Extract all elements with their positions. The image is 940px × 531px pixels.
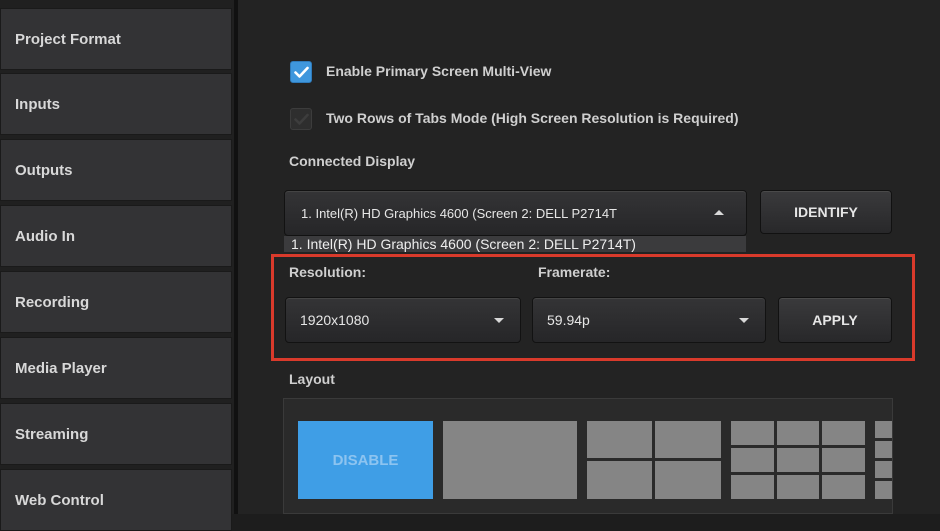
layout-cell [822, 421, 865, 445]
layout-cell [875, 421, 892, 438]
sidebar-item-label: Recording [15, 293, 90, 311]
layout-cell [777, 421, 819, 445]
connected-display-option-label: 1. Intel(R) HD Graphics 4600 (Screen 2: … [291, 236, 636, 252]
layout-single-tile[interactable] [443, 421, 577, 499]
layout-cell [655, 421, 721, 458]
chevron-up-icon [714, 210, 724, 215]
sidebar-item-outputs[interactable]: Outputs [0, 139, 232, 201]
connected-display-option[interactable]: 1. Intel(R) HD Graphics 4600 (Screen 2: … [284, 236, 746, 252]
layout-2x2-tile[interactable] [587, 421, 721, 499]
sidebar-item-label: Audio In [15, 227, 75, 245]
identify-button[interactable]: IDENTIFY [760, 190, 892, 234]
enable-multiview-label: Enable Primary Screen Multi-View [326, 63, 552, 79]
sidebar-item-label: Outputs [15, 161, 73, 179]
layout-cell [587, 421, 652, 458]
layout-cell [731, 475, 774, 499]
layout-disable-tile[interactable]: DISABLE [298, 421, 433, 499]
sidebar-item-label: Project Format [15, 30, 121, 48]
sidebar-item-project-format[interactable]: Project Format [0, 8, 232, 70]
sidebar-item-label: Inputs [15, 95, 60, 113]
sidebar-item-web-control[interactable]: Web Control [0, 469, 232, 531]
sidebar-item-label: Media Player [15, 359, 107, 377]
layout-label: Layout [289, 371, 335, 387]
identify-button-label: IDENTIFY [794, 204, 858, 220]
connected-display-label: Connected Display [289, 153, 416, 169]
highlight-box [271, 254, 915, 361]
connected-display-dropdown[interactable]: 1. Intel(R) HD Graphics 4600 (Screen 2: … [284, 190, 747, 236]
layout-4x4-tile[interactable] [875, 421, 892, 499]
sidebar-item-media-player[interactable]: Media Player [0, 337, 232, 399]
layout-cell [822, 448, 865, 472]
layout-cell [777, 475, 819, 499]
layout-cell [655, 461, 721, 499]
sidebar-item-label: Web Control [15, 491, 104, 509]
two-rows-label: Two Rows of Tabs Mode (High Screen Resol… [326, 110, 739, 126]
checkmark-icon [294, 113, 309, 125]
layout-cell [875, 441, 892, 458]
layout-disable-label: DISABLE [332, 451, 399, 469]
layout-panel: DISABLE [283, 398, 893, 514]
sidebar-item-audio-in[interactable]: Audio In [0, 205, 232, 267]
sidebar-item-label: Streaming [15, 425, 89, 443]
sidebar: Project Format Inputs Outputs Audio In R… [0, 0, 234, 531]
layout-cell [777, 448, 819, 472]
enable-multiview-checkbox[interactable] [290, 61, 312, 83]
layout-cell [822, 475, 865, 499]
layout-cell [587, 461, 652, 499]
layout-cell [731, 421, 774, 445]
layout-3x3-tile[interactable] [731, 421, 865, 499]
sidebar-item-recording[interactable]: Recording [0, 271, 232, 333]
sidebar-item-streaming[interactable]: Streaming [0, 403, 232, 465]
layout-cell [875, 461, 892, 478]
sidebar-item-inputs[interactable]: Inputs [0, 73, 232, 135]
layout-cell [731, 448, 774, 472]
layout-cell [875, 481, 892, 499]
two-rows-checkbox[interactable] [290, 108, 312, 130]
checkmark-icon [294, 66, 309, 78]
connected-display-value: 1. Intel(R) HD Graphics 4600 (Screen 2: … [301, 205, 617, 221]
